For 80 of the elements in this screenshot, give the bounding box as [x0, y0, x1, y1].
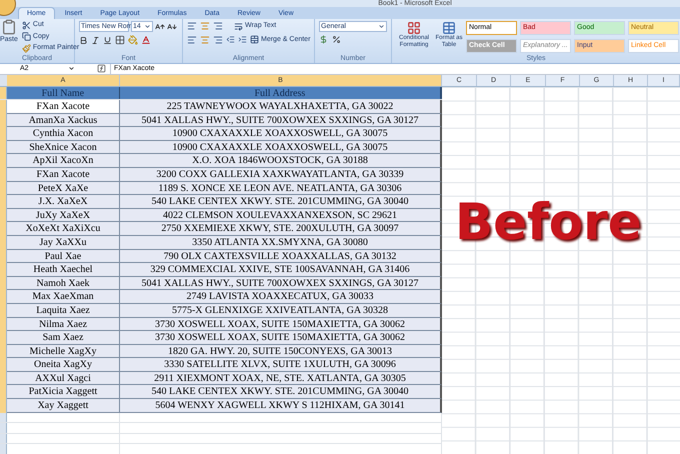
name-cell[interactable]: Namoh Xaek — [7, 276, 120, 290]
address-cell: 2750 XXEMIEXE XKWY, STE. 200XULUTH, GA 30097 — [120, 222, 442, 236]
name-cell[interactable]: Max XaeXman — [7, 290, 120, 304]
name-cell[interactable]: Cynthia Xacon — [7, 127, 120, 141]
address-cell: 5775-X GLENXIXGE XXIVEATLANTA, GA 30328 — [120, 304, 442, 318]
address-cell: 10900 CXAXAXXLE XOAXXOSWELL, GA 30075 — [120, 127, 442, 141]
name-cell[interactable]: Xay Xaggett — [7, 399, 120, 413]
name-cell[interactable]: Jay XaXXu — [7, 236, 120, 250]
name-cell[interactable]: AmanXa Xackus — [7, 114, 120, 128]
address-cell: 3200 COXX GALLEXIA XAXKWAYATLANTA, GA 30339 — [120, 168, 442, 182]
name-cell[interactable]: PeteX XaXe — [7, 182, 120, 196]
address-cell: 3730 XOSWELL XOAX, SUITE 150MAXIETTA, GA 30062 — [120, 331, 442, 345]
bottom-align-icon[interactable] — [213, 21, 223, 32]
name-cell[interactable]: Paul Xae — [7, 250, 120, 264]
name-cell[interactable]: Michelle XagXy — [7, 344, 120, 358]
function-icon[interactable] — [97, 64, 106, 74]
name-cell[interactable]: Nilma Xaez — [7, 318, 120, 332]
percent-icon[interactable] — [332, 35, 341, 44]
address-cell: 10900 CXAXAXXLE XOAXXOSWELL, GA 30075 — [120, 140, 442, 154]
table-icon — [442, 21, 456, 35]
name-cell[interactable]: FXan Xacote — [7, 100, 120, 114]
decrease-indent-icon[interactable] — [226, 35, 235, 44]
scissors-icon — [22, 20, 31, 30]
italic-icon[interactable] — [91, 36, 100, 44]
name-cell[interactable]: ApXil XacoXn — [7, 154, 120, 168]
bold-icon[interactable] — [79, 36, 88, 44]
address-cell: 790 OLX CAXTEXSVILLE XOAXXALLAS, GA 30132 — [120, 250, 442, 264]
address-cell: 225 TAWNEYWOOX WAYALXHAXETTA, GA 30022 — [120, 100, 442, 114]
paintbrush-icon — [22, 44, 31, 53]
fill-color-icon[interactable] — [128, 35, 138, 45]
address-cell: 4022 CLEMSON XOULEVAXXANXEXSON, SC 29621 — [120, 208, 442, 222]
top-align-icon[interactable] — [187, 21, 197, 32]
grow-font-icon[interactable] — [155, 22, 165, 32]
address-cell: X.O. XOA 1846WOOXSTOCK, GA 30188 — [120, 154, 442, 168]
name-cell[interactable]: JuXy XaXeX — [7, 208, 120, 222]
merge-cells-icon — [250, 35, 259, 44]
font-color-icon[interactable] — [141, 35, 151, 45]
address-cell: 2749 LAVISTA XOAXXECATUX, GA 30033 — [120, 290, 442, 304]
address-cell: 329 COMMEXCIAL XXIVE, STE 100SAVANNAH, GA 31406 — [120, 263, 442, 277]
address-cell: 1820 GA. HWY. 20, SUITE 150CONYEXS, GA 30013 — [120, 344, 442, 358]
name-cell[interactable]: FXan Xacote — [7, 168, 120, 182]
address-cell: 5041 XALLAS HWY., SUITE 700XOWXEX SXXINGS, GA 30127 — [120, 276, 442, 290]
name-cell[interactable]: PatXicia Xaggett — [7, 385, 120, 400]
name-cell[interactable]: Laquita Xaez — [7, 304, 120, 318]
before-caption: Before — [455, 195, 642, 249]
address-cell: 5041 XALLAS HWY., SUITE 700XOWXEX SXXINGS, GA 30127 — [120, 114, 442, 128]
name-cell[interactable]: SheXnice Xacon — [7, 140, 120, 154]
increase-indent-icon[interactable] — [238, 35, 247, 44]
header-cell: Full Name — [7, 87, 120, 99]
currency-icon[interactable] — [319, 35, 328, 44]
align-center-icon[interactable] — [200, 34, 210, 45]
address-cell: 3730 XOSWELL XOAX, SUITE 150MAXIETTA, GA 30062 — [120, 318, 442, 332]
address-cell: 540 LAKE CENTEX XKWY. STE. 201CUMMING, GA 30040 — [120, 385, 442, 400]
clipboard-icon — [0, 19, 17, 35]
borders-icon[interactable] — [115, 35, 125, 45]
address-cell: 540 LAKE CENTEX XKWY. STE. 201CUMMING, GA 30040 — [120, 195, 442, 209]
address-cell: 2911 XIEXMONT XOAX, NE, STE. XATLANTA, GA 30305 — [120, 372, 442, 386]
align-left-icon[interactable] — [187, 34, 197, 45]
wrap-text-icon — [234, 22, 243, 31]
header-cell: Full Address — [120, 87, 441, 99]
address-cell: 3350 ATLANTA XX.SMYXNA, GA 30080 — [120, 236, 442, 250]
shrink-font-icon[interactable] — [167, 22, 177, 32]
conditional-formatting-icon — [407, 21, 421, 35]
row-header[interactable] — [0, 399, 7, 413]
name-cell[interactable]: Sam Xaez — [7, 331, 120, 345]
name-cell[interactable]: Heath Xaechel — [7, 263, 120, 277]
address-cell: 5604 WENXY XAGWELL XKWY S 112HIXAM, GA 30141 — [120, 399, 442, 413]
name-cell[interactable]: XoXeXt XaXiXcu — [7, 222, 120, 236]
underline-icon[interactable] — [103, 36, 112, 44]
select-all-corner[interactable] — [0, 75, 7, 86]
name-cell[interactable]: AXXul Xagci — [7, 372, 120, 386]
row-header[interactable] — [0, 87, 7, 99]
address-cell: 1189 S. XONCE XE LEON AVE. NEATLANTA, GA 30306 — [120, 182, 442, 196]
row-header[interactable] — [0, 100, 7, 114]
name-cell[interactable]: J.X. XaXeX — [7, 195, 120, 209]
copy-icon — [22, 32, 31, 42]
address-cell: 3330 SATELLITE XLVX, SUITE 1XULUTH, GA 30096 — [120, 358, 442, 372]
name-cell[interactable]: Oneita XagXy — [7, 358, 120, 372]
middle-align-icon[interactable] — [200, 21, 210, 32]
align-right-icon[interactable] — [213, 34, 223, 45]
